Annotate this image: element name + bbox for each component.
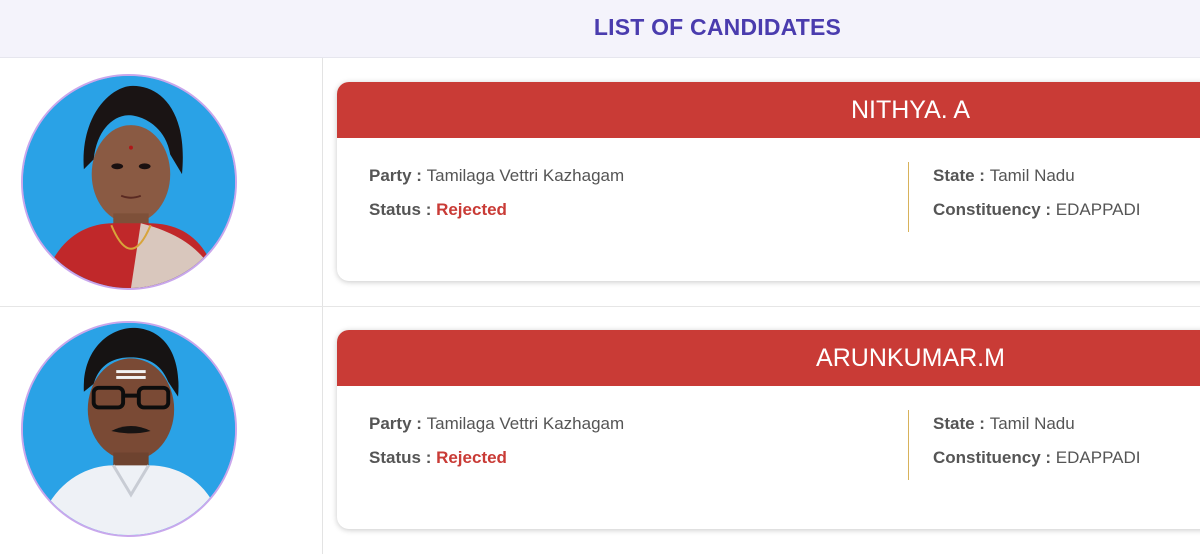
status-field: Status : Rejected bbox=[369, 200, 507, 220]
state-value: Tamil Nadu bbox=[989, 414, 1075, 433]
field-separator: : bbox=[420, 448, 437, 467]
candidate-portrait-image bbox=[23, 323, 235, 535]
party-field: Party : Tamilaga Vettri Kazhagam bbox=[369, 166, 624, 186]
page-title: LIST OF CANDIDATES bbox=[593, 14, 842, 40]
candidate-card-header: ARUNKUMAR.M bbox=[337, 330, 1200, 386]
constituency-field: Constituency : EDAPPADI bbox=[933, 200, 1141, 220]
field-separator: : bbox=[974, 414, 990, 433]
candidate-name: NITHYA. A bbox=[850, 96, 970, 124]
card-divider bbox=[908, 410, 909, 480]
constituency-value: EDAPPADI bbox=[1055, 448, 1141, 467]
party-field: Party : Tamilaga Vettri Kazhagam bbox=[369, 414, 624, 434]
field-separator: : bbox=[411, 166, 427, 185]
candidate-card: ARUNKUMAR.M Party : Tamilaga Vettri Kazh… bbox=[337, 330, 1200, 529]
state-value: Tamil Nadu bbox=[989, 166, 1075, 185]
party-label: Party bbox=[369, 166, 412, 185]
candidate-row: NITHYA. A Party : Tamilaga Vettri Kazhag… bbox=[0, 58, 1200, 307]
party-label: Party bbox=[369, 414, 412, 433]
candidate-photo bbox=[21, 321, 237, 537]
field-separator: : bbox=[1040, 448, 1056, 467]
candidate-card: NITHYA. A Party : Tamilaga Vettri Kazhag… bbox=[337, 82, 1200, 281]
field-separator: : bbox=[974, 166, 990, 185]
state-field: State : Tamil Nadu bbox=[933, 414, 1075, 434]
field-separator: : bbox=[1040, 200, 1056, 219]
state-label: State bbox=[933, 166, 975, 185]
card-divider bbox=[908, 162, 909, 232]
status-label: Status bbox=[369, 200, 421, 219]
party-value: Tamilaga Vettri Kazhagam bbox=[426, 414, 625, 433]
status-value: Rejected bbox=[436, 200, 507, 219]
status-label: Status bbox=[369, 448, 421, 467]
constituency-field: Constituency : EDAPPADI bbox=[933, 448, 1141, 468]
page-header: LIST OF CANDIDATES bbox=[0, 0, 1200, 58]
candidate-photo bbox=[21, 74, 237, 290]
state-field: State : Tamil Nadu bbox=[933, 166, 1075, 186]
status-value: Rejected bbox=[436, 448, 507, 467]
party-value: Tamilaga Vettri Kazhagam bbox=[426, 166, 625, 185]
constituency-label: Constituency bbox=[933, 448, 1041, 467]
status-field: Status : Rejected bbox=[369, 448, 507, 468]
field-separator: : bbox=[420, 200, 437, 219]
candidate-row: ARUNKUMAR.M Party : Tamilaga Vettri Kazh… bbox=[0, 307, 1200, 554]
state-label: State bbox=[933, 414, 975, 433]
field-separator: : bbox=[411, 414, 427, 433]
candidate-card-header: NITHYA. A bbox=[337, 82, 1200, 138]
candidate-portrait-image bbox=[23, 76, 235, 288]
constituency-label: Constituency bbox=[933, 200, 1041, 219]
constituency-value: EDAPPADI bbox=[1055, 200, 1141, 219]
candidate-name: ARUNKUMAR.M bbox=[816, 344, 1005, 372]
